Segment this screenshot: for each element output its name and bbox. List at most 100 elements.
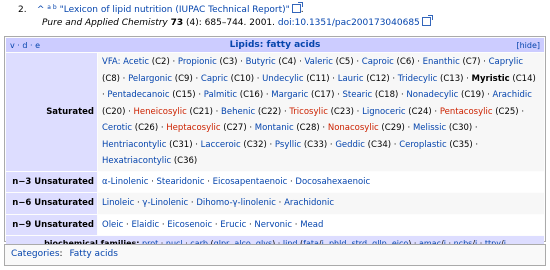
- external-link-icon: [421, 15, 433, 26]
- separator: (C19) ·: [458, 90, 493, 100]
- backlink-a[interactable]: a: [47, 4, 51, 11]
- separator: (C25) ·: [492, 106, 525, 117]
- group-label-n9: n−9 Unsaturated: [6, 214, 97, 235]
- navbox-link[interactable]: Pentadecanoic: [107, 90, 169, 100]
- separator: (C7) ·: [459, 57, 489, 67]
- navbox-header: v · d · e Lipids: fatty acids [hide]: [6, 38, 544, 52]
- reference-line-1: 2. ^ a b "Lexicon of lipid nutrition (IU…: [18, 2, 304, 15]
- navbox-link[interactable]: Arachidonic: [284, 198, 334, 208]
- separator: (C9) ·: [172, 73, 201, 84]
- separator: (C29) ·: [378, 123, 413, 133]
- group-label-saturated: Saturated: [6, 53, 97, 171]
- navbox-link[interactable]: γ-Linolenic: [142, 198, 188, 208]
- navbox-link[interactable]: Eicosenoic: [167, 220, 212, 230]
- separator: (C36): [171, 156, 198, 166]
- hide-toggle[interactable]: [hide]: [516, 41, 540, 50]
- navbox-link[interactable]: Melissic: [413, 123, 446, 133]
- doi-link[interactable]: doi:10.1351/pac200173040685: [278, 18, 420, 28]
- separator: (C28) ·: [293, 123, 328, 133]
- navbox-link[interactable]: Caproic: [362, 57, 394, 67]
- reference-entry: 2. ^ a b "Lexicon of lipid nutrition (IU…: [18, 2, 543, 29]
- reference-number: 2.: [18, 5, 27, 15]
- navbox-link[interactable]: Heneicosylic: [134, 107, 187, 117]
- reference-caret-link[interactable]: ^: [37, 5, 45, 15]
- navbox-row-n9: n−9 Unsaturated Oleic · Elaidic · Eicose…: [6, 214, 544, 235]
- navbox-link[interactable]: Nonadecylic: [406, 90, 458, 100]
- separator: (C15) ·: [169, 90, 204, 100]
- navbox-link[interactable]: Behenic: [221, 107, 255, 117]
- navbox-link[interactable]: Arachidic: [493, 90, 532, 100]
- navbox-link[interactable]: Palmitic: [204, 90, 237, 100]
- separator: ·: [292, 219, 301, 230]
- navbox-link[interactable]: Butyric: [246, 57, 276, 67]
- navbox-link[interactable]: Margaric: [271, 90, 308, 100]
- navbox-link[interactable]: Tricosylic: [289, 107, 328, 117]
- backlink-b[interactable]: b: [53, 4, 57, 11]
- separator: (C26) ·: [132, 123, 167, 133]
- navbox-link[interactable]: Linoleic: [102, 198, 134, 208]
- categories-box: Categories: Fatty acids: [4, 244, 546, 266]
- separator: (C12) ·: [363, 73, 398, 84]
- navbox-link[interactable]: Capric: [201, 74, 228, 84]
- navbox-fatty-acids: v · d · e Lipids: fatty acids [hide] Sat…: [4, 36, 546, 251]
- separator: (C30) ·: [446, 123, 478, 133]
- navbox-link[interactable]: Propionic: [178, 57, 217, 67]
- navbox-link[interactable]: VFA:: [102, 57, 123, 67]
- separator: (C22) ·: [255, 106, 290, 117]
- categories-link[interactable]: Categories: [11, 249, 60, 259]
- journal-volume: 73: [170, 18, 184, 28]
- list-n9: Oleic · Elaidic · Eicosenoic · Erucic · …: [98, 214, 544, 235]
- navbox-link[interactable]: Lacceroic: [201, 140, 241, 150]
- navbox-link[interactable]: Caprylic: [489, 57, 523, 67]
- navbox-link[interactable]: Montanic: [255, 123, 294, 133]
- navbox-link[interactable]: Cerotic: [102, 123, 132, 133]
- navbox-link[interactable]: Lauric: [338, 74, 364, 84]
- journal-name: Pure and Applied Chemistry: [42, 18, 168, 28]
- navbox-row-n3: n−3 Unsaturated α-Linolenic · Stearidoni…: [6, 171, 544, 192]
- navbox-link[interactable]: Lignoceric: [362, 107, 406, 117]
- navbox-link[interactable]: Hexatriacontylic: [102, 156, 171, 166]
- separator: (C3) ·: [216, 57, 246, 67]
- navbox-link[interactable]: Pelargonic: [128, 74, 172, 84]
- navbox-link[interactable]: Nonacosylic: [328, 123, 379, 133]
- navbox-link[interactable]: Eicosapentaenoic: [213, 177, 288, 187]
- navbox-link[interactable]: Ceroplastic: [399, 140, 446, 150]
- separator: (C2) ·: [149, 57, 178, 67]
- separator: (C27) ·: [220, 123, 255, 133]
- navbox-link[interactable]: α-Linolenic: [102, 177, 148, 187]
- group-label-n3: n−3 Unsaturated: [6, 171, 97, 192]
- separator: ·: [275, 198, 285, 208]
- navbox-link[interactable]: Enanthic: [423, 57, 460, 67]
- navbox-link[interactable]: Stearic: [343, 90, 373, 100]
- navbox-title[interactable]: Lipids: fatty acids: [6, 40, 544, 50]
- view-discuss-edit-links[interactable]: v · d · e: [10, 41, 40, 50]
- separator: ·: [204, 176, 213, 187]
- navbox-link[interactable]: Dihomo-γ-linolenic: [196, 198, 276, 208]
- navbox-link[interactable]: Docosahexaenoic: [295, 177, 370, 187]
- navbox-link[interactable]: Pentacosylic: [440, 107, 493, 117]
- navbox-link[interactable]: Stearidonic: [156, 177, 204, 187]
- navbox-link[interactable]: Psyllic: [275, 140, 301, 150]
- category-fatty-acids[interactable]: Fatty acids: [69, 249, 117, 259]
- navbox-link[interactable]: Elaidic: [131, 220, 159, 230]
- navbox-link[interactable]: Valeric: [304, 57, 332, 67]
- navbox-row-n6: n−6 Unsaturated Linoleic · γ-Linolenic ·…: [6, 193, 544, 214]
- navbox-link[interactable]: Acetic: [123, 57, 149, 67]
- separator: (C16) ·: [237, 90, 272, 100]
- navbox-link[interactable]: Erucic: [220, 220, 246, 230]
- navbox-link[interactable]: Heptacosylic: [166, 123, 220, 133]
- navbox-link[interactable]: Geddic: [335, 140, 365, 150]
- reference-title-link[interactable]: "Lexicon of lipid nutrition (IUPAC Techn…: [60, 5, 290, 15]
- navbox-row-saturated: Saturated VFA: Acetic (C2) · Propionic (…: [6, 53, 544, 171]
- list-n3: α-Linolenic · Stearidonic · Eicosapentae…: [98, 171, 544, 192]
- navbox-link[interactable]: Tridecylic: [398, 74, 438, 84]
- navbox-link[interactable]: Mead: [300, 220, 323, 230]
- list-saturated: VFA: Acetic (C2) · Propionic (C3) · Buty…: [98, 53, 544, 171]
- separator: (C8) ·: [102, 73, 129, 84]
- categories-colon: :: [59, 249, 63, 259]
- navbox-link[interactable]: Undecylic: [262, 74, 303, 84]
- separator: (C23) ·: [327, 106, 363, 117]
- navbox-link[interactable]: Nervonic: [254, 220, 292, 230]
- navbox-link[interactable]: Hentriacontylic: [102, 140, 166, 150]
- navbox-link[interactable]: Oleic: [102, 220, 123, 230]
